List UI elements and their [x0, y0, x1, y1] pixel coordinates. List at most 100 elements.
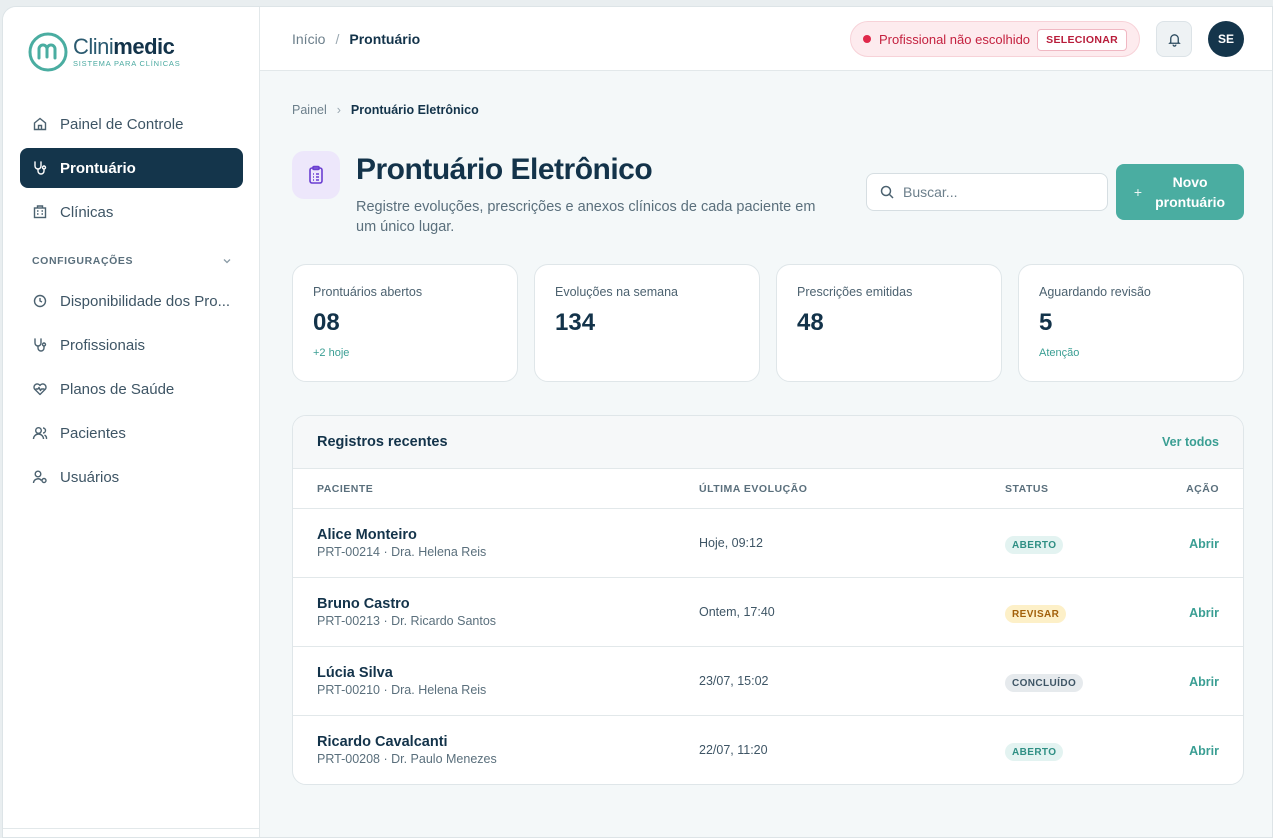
user-cog-icon — [32, 469, 48, 485]
page-title: Prontuário Eletrônico — [356, 153, 653, 186]
search-box — [866, 173, 1108, 211]
stat-card-open: Prontuários abertos 08 +2 hoje — [292, 264, 518, 382]
stat-label: Prontuários abertos — [313, 285, 423, 299]
breadcrumb-current: Prontuário Eletrônico — [350, 103, 479, 117]
new-record-label: Novo prontuário — [1155, 174, 1226, 210]
view-all-link[interactable]: Ver todos — [1162, 435, 1219, 449]
breadcrumb-current: Prontuário — [349, 31, 421, 47]
professional-status-pill: Profissional não escolhido SELECIONAR — [850, 21, 1140, 57]
stat-label: Prescrições emitidas — [797, 285, 913, 299]
open-record-link[interactable]: Abrir — [1189, 606, 1219, 620]
table-row: Ricardo Cavalcanti PRT-00208 · Dr. Paulo… — [293, 716, 1243, 784]
status-badge: ABERTO — [1005, 743, 1064, 761]
stethoscope-icon — [32, 337, 48, 353]
professional-status-text: Profissional não escolhido — [879, 31, 1031, 47]
patient-meta: PRT-00214 · Dra. Helena Reis — [317, 545, 487, 559]
breadcrumb-separator: › — [336, 103, 341, 117]
search-input[interactable] — [903, 184, 1093, 200]
sidebar-item-label: Disponibilidade dos Pro... — [60, 292, 231, 310]
avatar[interactable]: SE — [1208, 21, 1244, 57]
sidebar-item-painel[interactable]: Painel de Controle — [20, 104, 243, 144]
plus-icon: + — [1133, 184, 1143, 200]
clock-icon — [32, 293, 48, 309]
logo-wordmark: Clinimedic — [73, 34, 175, 59]
sidebar-divider — [3, 828, 260, 829]
sidebar-item-clinicas[interactable]: Clínicas — [20, 192, 243, 232]
section-label: CONFIGURAÇÕES — [32, 255, 134, 267]
status-badge: CONCLUÍDO — [1005, 674, 1084, 692]
users-icon — [32, 425, 48, 441]
home-icon — [32, 116, 48, 132]
recent-records-card: Registros recentes Ver todos PACIENTE ÚL… — [292, 415, 1244, 785]
stat-value: 5 — [1039, 309, 1053, 336]
sidebar-item-disponibilidade[interactable]: Disponibilidade dos Pro... — [20, 281, 243, 321]
stat-value: 134 — [555, 309, 596, 336]
new-record-button[interactable]: + Novo prontuário — [1116, 164, 1244, 220]
bell-icon — [1167, 33, 1181, 47]
patient-meta: PRT-00213 · Dr. Ricardo Santos — [317, 614, 497, 628]
page-description: Registre evoluções, prescrições e anexos… — [356, 199, 816, 235]
open-record-link[interactable]: Abrir — [1189, 675, 1219, 689]
table-header: PACIENTE ÚLTIMA EVOLUÇÃO STATUS AÇÃO — [293, 469, 1243, 509]
sidebar-item-prontuario[interactable]: Prontuário — [20, 148, 243, 188]
sidebar-item-label: Clínicas — [60, 203, 114, 221]
sidebar-item-label: Usuários — [60, 468, 120, 486]
stats-row: Prontuários abertos 08 +2 hoje Evoluções… — [292, 264, 1244, 382]
stat-card-prescriptions: Prescrições emitidas 48 — [776, 264, 1002, 382]
patient-meta: PRT-00208 · Dr. Paulo Menezes — [317, 752, 497, 766]
sidebar-item-profissionais[interactable]: Profissionais — [20, 325, 243, 365]
stat-value: 08 — [313, 309, 340, 336]
column-header-status: STATUS — [1005, 483, 1049, 495]
column-header-patient: PACIENTE — [317, 483, 374, 495]
patient-meta: PRT-00210 · Dra. Helena Reis — [317, 683, 487, 697]
stat-sub: Atenção — [1039, 347, 1080, 359]
page-breadcrumb: Painel › Prontuário Eletrônico — [292, 103, 479, 117]
status-dot-icon — [863, 35, 871, 43]
heart-pulse-icon — [32, 381, 48, 397]
config-nav: Disponibilidade dos Pro... Profissionais… — [20, 281, 243, 501]
stethoscope-icon — [32, 160, 48, 176]
sidebar-item-label: Planos de Saúde — [60, 380, 175, 398]
status-badge: ABERTO — [1005, 536, 1064, 554]
stat-label: Aguardando revisão — [1039, 285, 1151, 299]
clipboard-icon — [292, 151, 340, 199]
select-professional-button[interactable]: SELECIONAR — [1037, 29, 1127, 51]
search-icon — [880, 185, 894, 199]
breadcrumb-parent[interactable]: Painel — [292, 103, 327, 117]
open-record-link[interactable]: Abrir — [1189, 744, 1219, 758]
last-evolution: Hoje, 09:12 — [699, 536, 763, 550]
column-header-last-evolution: ÚLTIMA EVOLUÇÃO — [699, 483, 808, 495]
logo-tagline: SISTEMA PARA CLÍNICAS — [73, 59, 181, 68]
chevron-down-icon — [223, 259, 231, 264]
stat-card-review: Aguardando revisão 5 Atenção — [1018, 264, 1244, 382]
table-row: Bruno Castro PRT-00213 · Dr. Ricardo San… — [293, 578, 1243, 647]
breadcrumb-home[interactable]: Início — [292, 31, 325, 47]
sidebar-item-planos[interactable]: Planos de Saúde — [20, 369, 243, 409]
topbar: Início / Prontuário Profissional não escol… — [260, 7, 1272, 71]
patient-name: Bruno Castro — [317, 596, 410, 612]
sidebar-item-pacientes[interactable]: Pacientes — [20, 413, 243, 453]
last-evolution: 22/07, 11:20 — [699, 743, 768, 757]
sidebar-item-usuarios[interactable]: Usuários — [20, 457, 243, 497]
status-badge: REVISAR — [1005, 605, 1067, 623]
sidebar-item-label: Profissionais — [60, 336, 146, 354]
building-icon — [32, 204, 48, 220]
patient-name: Lúcia Silva — [317, 665, 393, 681]
table-row: Alice Monteiro PRT-00214 · Dra. Helena R… — [293, 509, 1243, 578]
sidebar-item-label: Pacientes — [60, 424, 126, 442]
column-header-action: AÇÃO — [1186, 483, 1219, 495]
main-nav: Painel de Controle Prontuário Clínicas — [20, 104, 243, 236]
table-row: Lúcia Silva PRT-00210 · Dra. Helena Reis… — [293, 647, 1243, 716]
stat-sub: +2 hoje — [313, 347, 350, 359]
card-header: Registros recentes Ver todos — [293, 416, 1243, 469]
last-evolution: Ontem, 17:40 — [699, 605, 775, 619]
notifications-button[interactable] — [1156, 21, 1192, 57]
breadcrumb: Início / Prontuário — [292, 31, 420, 47]
logo[interactable]: Clinimedic SISTEMA PARA CLÍNICAS — [27, 31, 181, 73]
open-record-link[interactable]: Abrir — [1189, 537, 1219, 551]
sidebar-item-label: Prontuário — [60, 159, 136, 177]
patient-name: Alice Monteiro — [317, 527, 417, 543]
sidebar-item-label: Painel de Controle — [60, 115, 184, 133]
config-section-header[interactable]: CONFIGURAÇÕES — [32, 255, 232, 267]
patient-name: Ricardo Cavalcanti — [317, 734, 448, 750]
